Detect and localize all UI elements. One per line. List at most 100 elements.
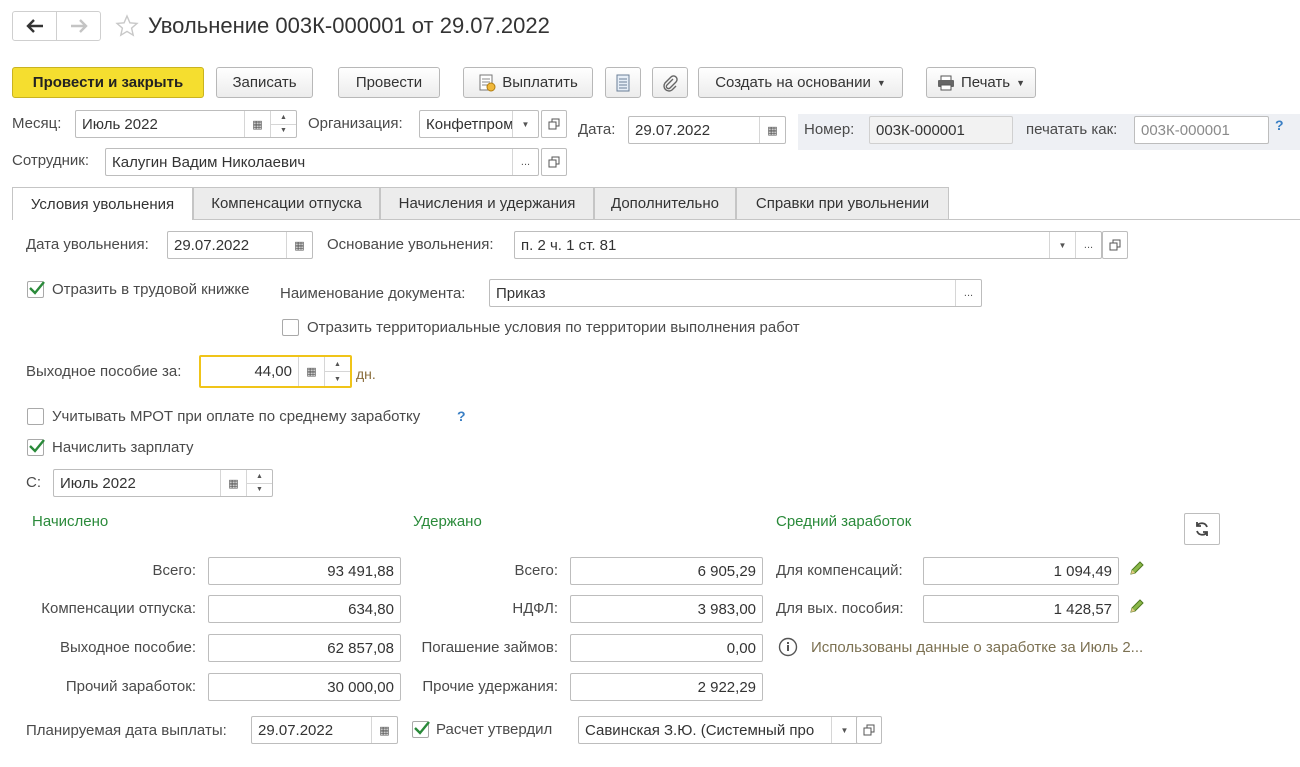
help-icon[interactable]: ? bbox=[457, 408, 466, 424]
print-button[interactable]: Печать ▼ bbox=[926, 67, 1036, 98]
select-ellipsis-icon[interactable]: ... bbox=[1075, 232, 1101, 258]
accrued-other-field[interactable]: 30 000,00 bbox=[208, 673, 401, 701]
mrot-label[interactable]: Учитывать МРОТ при оплате по среднему за… bbox=[52, 408, 420, 426]
refresh-button[interactable] bbox=[1184, 513, 1220, 545]
approved-by-open-button[interactable] bbox=[856, 716, 882, 744]
doc-name-field[interactable]: Приказ ... bbox=[489, 279, 982, 307]
employee-field[interactable]: Калугин Вадим Николаевич ... bbox=[105, 148, 539, 176]
workbook-label[interactable]: Отразить в трудовой книжке bbox=[52, 281, 249, 299]
avg-severance-value: 1 428,57 bbox=[1053, 600, 1112, 618]
withheld-loans-field[interactable]: 0,00 bbox=[570, 634, 763, 662]
calendar-icon[interactable]: ▦ bbox=[286, 232, 312, 258]
withheld-total-field[interactable]: 6 905,29 bbox=[570, 557, 763, 585]
chevron-down-icon[interactable]: ▼ bbox=[831, 717, 857, 743]
accrued-vacation-label: Компенсации отпуска: bbox=[41, 600, 196, 617]
average-earnings-title: Средний заработок bbox=[776, 513, 912, 530]
date-field[interactable]: 29.07.2022 ▦ bbox=[628, 116, 786, 144]
doc-name-value: Приказ bbox=[496, 284, 546, 302]
accrue-salary-checkbox[interactable] bbox=[27, 439, 45, 456]
create-based-on-button[interactable]: Создать на основании ▼ bbox=[698, 67, 903, 98]
pay-date-label: Планируемая дата выплаты: bbox=[26, 722, 227, 739]
accrued-total-label: Всего: bbox=[152, 562, 197, 579]
employee-open-button[interactable] bbox=[541, 148, 567, 176]
calendar-icon[interactable]: ▦ bbox=[220, 470, 246, 496]
accrued-vacation-field[interactable]: 634,80 bbox=[208, 595, 401, 623]
tab-accruals-deductions[interactable]: Начисления и удержания bbox=[380, 187, 594, 219]
basis-open-button[interactable] bbox=[1102, 231, 1128, 259]
pay-button[interactable]: Выплатить bbox=[463, 67, 593, 98]
accrued-total-field[interactable]: 93 491,88 bbox=[208, 557, 401, 585]
chevron-down-icon: ▼ bbox=[876, 77, 886, 88]
print-label: Печать bbox=[960, 74, 1011, 91]
calendar-icon[interactable]: ▦ bbox=[244, 111, 270, 137]
tab-label: Справки при увольнении bbox=[755, 195, 930, 212]
window-title: Увольнение 003К-000001 от 29.07.2022 bbox=[148, 13, 550, 38]
help-icon[interactable]: ? bbox=[1275, 117, 1284, 133]
basis-field[interactable]: п. 2 ч. 1 ст. 81 ▼ ... bbox=[514, 231, 1102, 259]
pay-date-field[interactable]: 29.07.2022 ▦ bbox=[251, 716, 398, 744]
post-and-close-button[interactable]: Провести и закрыть bbox=[12, 67, 204, 98]
calendar-icon[interactable]: ▦ bbox=[371, 717, 397, 743]
month-spinner[interactable]: ▲ ▼ bbox=[270, 111, 296, 137]
organization-field[interactable]: Конфетпром ▼ bbox=[419, 110, 539, 138]
chevron-down-icon[interactable]: ▼ bbox=[1049, 232, 1075, 258]
approved-by-value: Савинская З.Ю. (Системный про bbox=[585, 721, 815, 739]
avg-compensation-field[interactable]: 1 094,49 bbox=[923, 557, 1119, 585]
pencil-icon[interactable] bbox=[1128, 597, 1146, 615]
tabs-divider bbox=[12, 219, 1300, 220]
organization-open-button[interactable] bbox=[541, 110, 567, 138]
tab-certificates[interactable]: Справки при увольнении bbox=[736, 187, 949, 219]
save-button[interactable]: Записать bbox=[216, 67, 313, 98]
info-icon bbox=[778, 637, 798, 657]
territorial-checkbox[interactable] bbox=[282, 319, 299, 336]
post-button[interactable]: Провести bbox=[338, 67, 440, 98]
approved-checkbox[interactable] bbox=[412, 721, 430, 738]
accrued-other-label: Прочий заработок: bbox=[65, 678, 196, 695]
avg-severance-field[interactable]: 1 428,57 bbox=[923, 595, 1119, 623]
pencil-icon[interactable] bbox=[1128, 559, 1146, 577]
favorite-star-icon[interactable] bbox=[115, 14, 139, 38]
dismissal-date-field[interactable]: 29.07.2022 ▦ bbox=[167, 231, 313, 259]
select-ellipsis-icon[interactable]: ... bbox=[512, 149, 538, 175]
withheld-ndfl-field[interactable]: 3 983,00 bbox=[570, 595, 763, 623]
mrot-checkbox[interactable] bbox=[27, 408, 44, 425]
earnings-info-link[interactable]: Использованы данные о заработке за Июль … bbox=[811, 639, 1143, 657]
print-as-field[interactable]: 003К-000001 bbox=[1134, 116, 1269, 144]
tab-label: Условия увольнения bbox=[30, 195, 175, 213]
forward-button[interactable] bbox=[57, 12, 100, 40]
from-month-spinner[interactable]: ▲ ▼ bbox=[246, 470, 272, 496]
attach-button[interactable] bbox=[652, 67, 688, 98]
month-field[interactable]: Июль 2022 ▦ ▲ ▼ bbox=[75, 110, 297, 138]
create-based-on-label: Создать на основании bbox=[715, 74, 871, 91]
accrued-title: Начислено bbox=[32, 513, 109, 530]
organization-label: Организация: bbox=[308, 115, 403, 132]
withheld-total-label: Всего: bbox=[514, 562, 559, 579]
tab-dismissal-conditions[interactable]: Условия увольнения bbox=[12, 187, 193, 220]
severance-spinner[interactable]: ▲ ▼ bbox=[324, 357, 350, 386]
from-label: С: bbox=[26, 474, 41, 491]
chevron-down-icon[interactable]: ▼ bbox=[512, 111, 538, 137]
accrue-salary-label[interactable]: Начислить зарплату bbox=[52, 439, 194, 457]
tab-additional[interactable]: Дополнительно bbox=[594, 187, 736, 219]
from-month-field[interactable]: Июль 2022 ▦ ▲ ▼ bbox=[53, 469, 273, 497]
select-ellipsis-icon[interactable]: ... bbox=[955, 280, 981, 306]
checkmark-icon bbox=[29, 281, 45, 295]
number-value: 003К-000001 bbox=[876, 121, 965, 139]
territorial-label[interactable]: Отразить территориальные условия по терр… bbox=[307, 319, 800, 337]
back-button[interactable] bbox=[13, 12, 57, 40]
list-button[interactable] bbox=[605, 67, 641, 98]
tab-vacation-compensation[interactable]: Компенсации отпуска bbox=[193, 187, 380, 219]
severance-field[interactable]: 44,00 ▦ ▲ ▼ bbox=[199, 355, 352, 388]
approved-label[interactable]: Расчет утвердил bbox=[436, 721, 552, 739]
number-field[interactable]: 003К-000001 bbox=[869, 116, 1013, 144]
withheld-other-field[interactable]: 2 922,29 bbox=[570, 673, 763, 701]
calculator-icon[interactable]: ▦ bbox=[298, 357, 324, 386]
calendar-icon[interactable]: ▦ bbox=[759, 117, 785, 143]
arrow-left-icon bbox=[25, 19, 43, 33]
accrued-severance-field[interactable]: 62 857,08 bbox=[208, 634, 401, 662]
approved-by-field[interactable]: Савинская З.Ю. (Системный про ▼ bbox=[578, 716, 858, 744]
avg-compensation-label: Для компенсаций: bbox=[776, 562, 903, 579]
workbook-checkbox[interactable] bbox=[27, 281, 45, 298]
avg-compensation-value: 1 094,49 bbox=[1053, 562, 1112, 580]
dismissal-date-label: Дата увольнения: bbox=[26, 236, 149, 253]
